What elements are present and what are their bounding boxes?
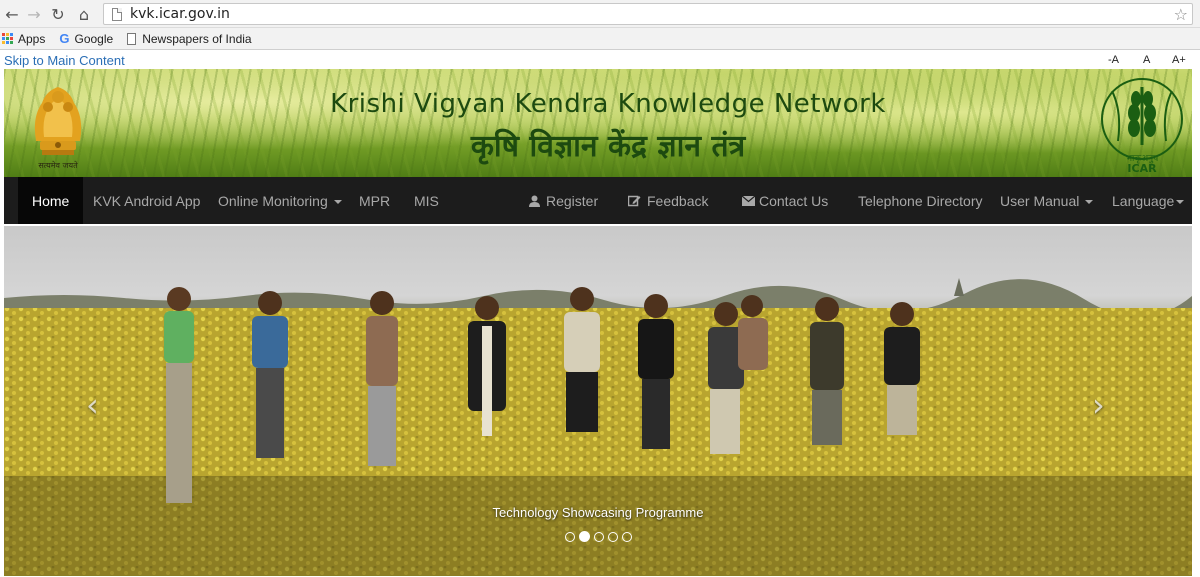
image-carousel: ‹ › Technology Showcasing Programme: [4, 226, 1192, 576]
google-icon: G: [59, 31, 70, 46]
browser-toolbar: ← → ↻ ⌂ kvk.icar.gov.in ☆: [0, 0, 1200, 28]
nav-language[interactable]: Language: [1112, 177, 1185, 224]
bookmark-google[interactable]: G Google: [59, 31, 113, 46]
nav-online-monitoring[interactable]: Online Monitoring: [218, 177, 342, 224]
nav-online-monitoring-label: Online Monitoring: [218, 192, 328, 209]
url-text[interactable]: kvk.icar.gov.in: [130, 6, 230, 22]
carousel-caption: Technology Showcasing Programme: [492, 505, 704, 520]
site-header-banner: सत्यमेव जयते Krishi Vigyan Kendra Knowle…: [4, 69, 1192, 177]
nav-register[interactable]: Register: [529, 177, 598, 224]
normal-font-button[interactable]: A: [1143, 54, 1150, 66]
caret-down-icon: [1085, 199, 1094, 204]
caret-down-icon: [1176, 199, 1185, 204]
carousel-photo: [4, 278, 1192, 576]
carousel-indicators: [565, 531, 632, 542]
bookmark-label: Newspapers of India: [142, 31, 252, 46]
site-title-hindi: कृषि विज्ञान केंद्र ज्ञान तंत्र: [470, 129, 746, 164]
carousel-indicator-4[interactable]: [608, 532, 618, 542]
forward-arrow-icon[interactable]: →: [24, 4, 44, 24]
nav-register-label: Register: [546, 192, 599, 209]
bookmark-apps[interactable]: Apps: [2, 32, 45, 46]
icar-logo-icon: भाकृअनुप ICAR: [1101, 78, 1183, 175]
bookmark-star-icon[interactable]: ☆: [1174, 5, 1188, 24]
carousel-next-arrow-icon[interactable]: ›: [1092, 386, 1105, 424]
main-navbar: Home KVK Android App Online Monitoring M…: [4, 177, 1192, 224]
edit-icon: [628, 195, 641, 206]
carousel-indicator-3[interactable]: [594, 532, 604, 542]
nav-contact-us-label: Contact Us: [759, 192, 829, 209]
nav-home[interactable]: Home: [18, 177, 84, 224]
carousel-indicator-5[interactable]: [622, 532, 632, 542]
nav-android-app[interactable]: KVK Android App: [93, 177, 200, 224]
nav-mis[interactable]: MIS: [414, 177, 439, 224]
page-icon: [112, 7, 122, 21]
nav-contact-us[interactable]: Contact Us: [742, 177, 828, 224]
envelope-icon: [742, 195, 755, 206]
nav-user-manual[interactable]: User Manual: [1000, 177, 1094, 224]
icar-caption: ICAR: [1127, 162, 1157, 175]
address-bar[interactable]: kvk.icar.gov.in ☆: [103, 3, 1193, 25]
increase-font-button[interactable]: A+: [1172, 54, 1186, 66]
skip-to-main-content-link[interactable]: Skip to Main Content: [4, 53, 125, 68]
nav-mpr-label: MPR: [359, 192, 391, 209]
page-icon: [127, 32, 137, 45]
decrease-font-button[interactable]: -A: [1108, 54, 1119, 66]
user-icon: [529, 195, 540, 207]
nav-user-manual-label: User Manual: [1000, 192, 1080, 209]
bookmark-label: Apps: [18, 31, 46, 46]
carousel-indicator-1[interactable]: [565, 532, 575, 542]
bookmark-label: Google: [74, 31, 114, 46]
nav-mpr[interactable]: MPR: [359, 177, 390, 224]
apps-grid-icon: [2, 33, 13, 44]
nav-mis-label: MIS: [414, 192, 439, 209]
nav-feedback[interactable]: Feedback: [628, 177, 708, 224]
nav-feedback-label: Feedback: [647, 192, 709, 209]
nav-android-app-label: KVK Android App: [93, 192, 201, 209]
caret-down-icon: [333, 199, 342, 204]
bookmarks-bar: Apps G Google Newspapers of India: [0, 28, 1200, 50]
home-icon[interactable]: ⌂: [74, 4, 94, 24]
back-arrow-icon[interactable]: ←: [2, 4, 22, 24]
nav-telephone-directory[interactable]: Telephone Directory: [858, 177, 983, 224]
bookmark-newspapers[interactable]: Newspapers of India: [127, 31, 252, 46]
nav-language-label: Language: [1112, 192, 1175, 209]
nav-telephone-directory-label: Telephone Directory: [858, 192, 983, 209]
carousel-prev-arrow-icon[interactable]: ‹: [86, 386, 99, 424]
reload-icon[interactable]: ↻: [48, 4, 68, 24]
carousel-indicator-2[interactable]: [579, 531, 590, 542]
nav-home-label: Home: [32, 192, 70, 209]
site-title: Krishi Vigyan Kendra Knowledge Network: [330, 89, 886, 119]
